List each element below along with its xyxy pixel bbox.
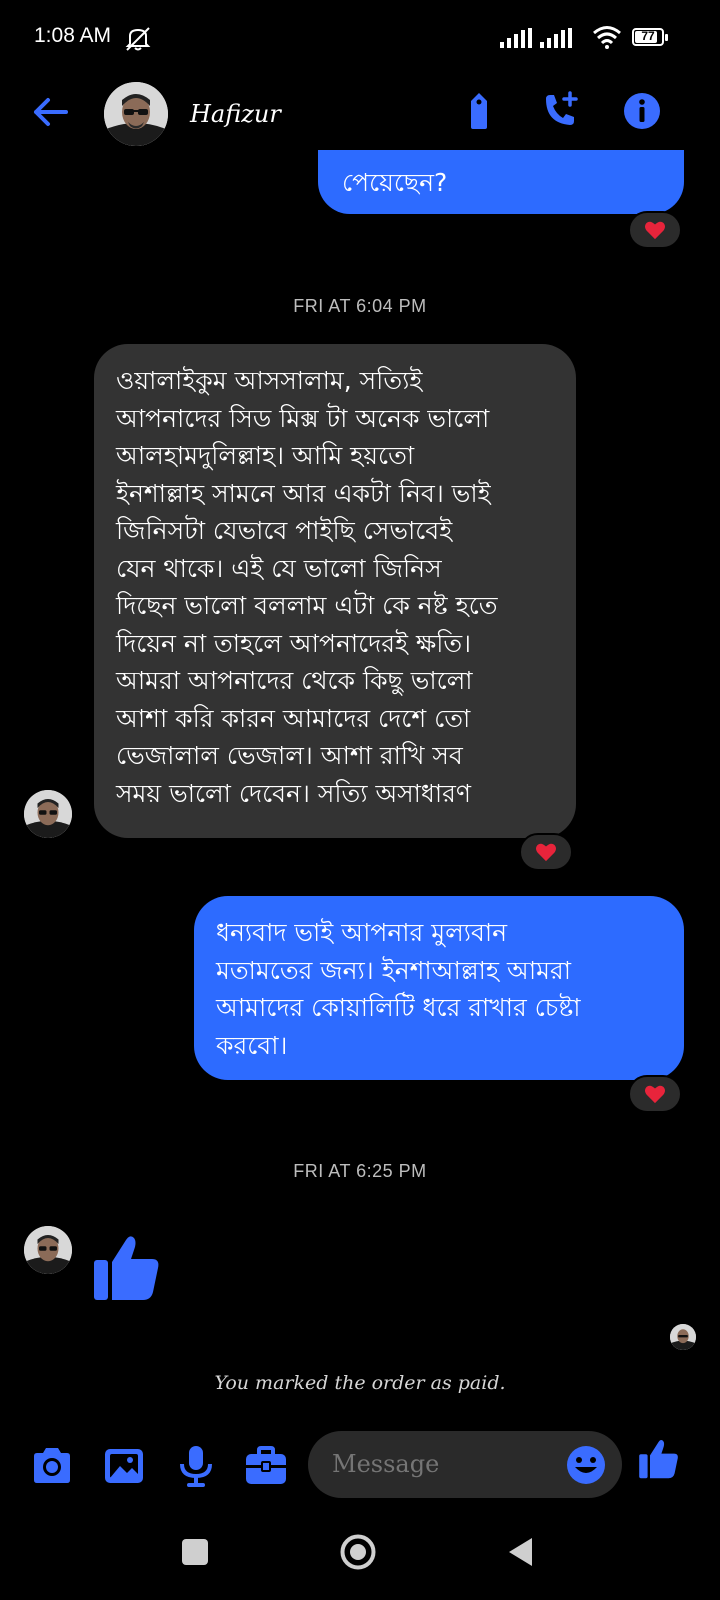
incoming-message-bubble[interactable]: ওয়ালাইকুম আসসালাম, সত্যিই আপনাদের সিড ম…: [94, 344, 576, 838]
gallery-icon[interactable]: [102, 1444, 146, 1488]
avatar-photo-icon: [670, 1324, 696, 1350]
message-line: মতামতের জন্য। ইনশাআল্লাহ আমরা: [216, 955, 571, 985]
message-line: ইনশাল্লাহ সামনে আর একটা নিব। ভাই: [116, 478, 491, 508]
mute-icon: [125, 27, 151, 51]
home-button[interactable]: [340, 1534, 376, 1570]
status-time: 1:08 AM: [34, 24, 112, 47]
outgoing-message-bubble[interactable]: ধন্যবাদ ভাই আপনার মুল্যবান মতামতের জন্য।…: [194, 896, 684, 1080]
message-line: দিছেন ভালো বললাম এটা কে নষ্ট হতে: [116, 591, 498, 620]
message-line: ওয়ালাইকুম আসসালাম, সত্যিই: [116, 366, 423, 395]
thumbs-up-message-icon[interactable]: [92, 1234, 162, 1302]
avatar-photo-icon: [24, 790, 72, 838]
heart-reaction[interactable]: [628, 1075, 682, 1113]
message-line: আলহামদুলিল্লাহ। আমি হয়তো: [116, 441, 415, 470]
timestamp-separator: FRI AT 6:25 PM: [293, 1161, 427, 1181]
timestamp-separator: FRI AT 6:04 PM: [293, 296, 427, 316]
contact-avatar[interactable]: [104, 82, 168, 146]
heart-icon: [645, 221, 665, 240]
add-call-icon[interactable]: [540, 91, 580, 131]
back-button[interactable]: [506, 1536, 536, 1568]
sender-avatar[interactable]: [24, 790, 72, 838]
message-line: যেন থাকে। এই যে ভালো জিনিস: [116, 553, 442, 583]
message-text: পেয়েছেন?: [342, 168, 448, 197]
heart-reaction[interactable]: [519, 833, 573, 871]
read-receipt-avatar: [670, 1324, 696, 1350]
message-line: আমরা আপনাদের থেকে কিছু ভালো: [116, 666, 473, 695]
message-line: জিনিসটা যেভাবে পাইছি সেভাবেই: [116, 516, 453, 545]
message-line: ভেজালাল ভেজাল। আশা রাখি সব: [116, 741, 463, 770]
message-line: সময় ভালো দেবেন। সত্যি অসাধারণ: [116, 778, 472, 808]
avatar-photo-icon: [24, 1226, 72, 1274]
message-line: আমাদের কোয়ালিটি ধরে রাখার চেষ্টা: [216, 993, 581, 1022]
battery-icon: 77: [632, 28, 670, 48]
message-line: দিয়েন না তাহলে আপনাদেরই ক্ষতি।: [116, 628, 472, 658]
message-line: করবো।: [216, 1030, 288, 1060]
microphone-icon[interactable]: [174, 1444, 218, 1488]
outgoing-message-bubble[interactable]: পেয়েছেন?: [318, 150, 684, 214]
signal-icon-2: [540, 28, 572, 48]
message-line: আপনাদের সিড মিক্স টা অনেক ভালো: [116, 403, 490, 433]
thumbs-up-send-icon[interactable]: [638, 1438, 680, 1480]
heart-reaction[interactable]: [628, 211, 682, 249]
back-arrow-icon[interactable]: [30, 92, 70, 132]
wifi-icon: [593, 26, 621, 49]
recents-button[interactable]: [182, 1539, 208, 1565]
emoji-icon[interactable]: [566, 1445, 606, 1485]
heart-icon: [536, 843, 556, 862]
contact-name[interactable]: Hafizur: [190, 100, 281, 128]
sender-avatar[interactable]: [24, 1226, 72, 1274]
camera-icon[interactable]: [30, 1444, 74, 1488]
system-message: You marked the order as paid.: [214, 1372, 506, 1394]
heart-icon: [645, 1085, 665, 1104]
tag-icon[interactable]: [459, 91, 499, 131]
signal-icon-1: [500, 28, 532, 48]
battery-level: 77: [641, 29, 655, 43]
message-composer[interactable]: [308, 1431, 622, 1498]
avatar-photo-icon: [104, 82, 168, 146]
message-line: আশা করি কারন আমাদের দেশে তো: [116, 703, 471, 733]
message-input[interactable]: [330, 1449, 554, 1479]
briefcase-icon[interactable]: [244, 1444, 288, 1488]
info-icon[interactable]: [622, 91, 662, 131]
message-line: ধন্যবাদ ভাই আপনার মুল্যবান: [216, 918, 508, 947]
